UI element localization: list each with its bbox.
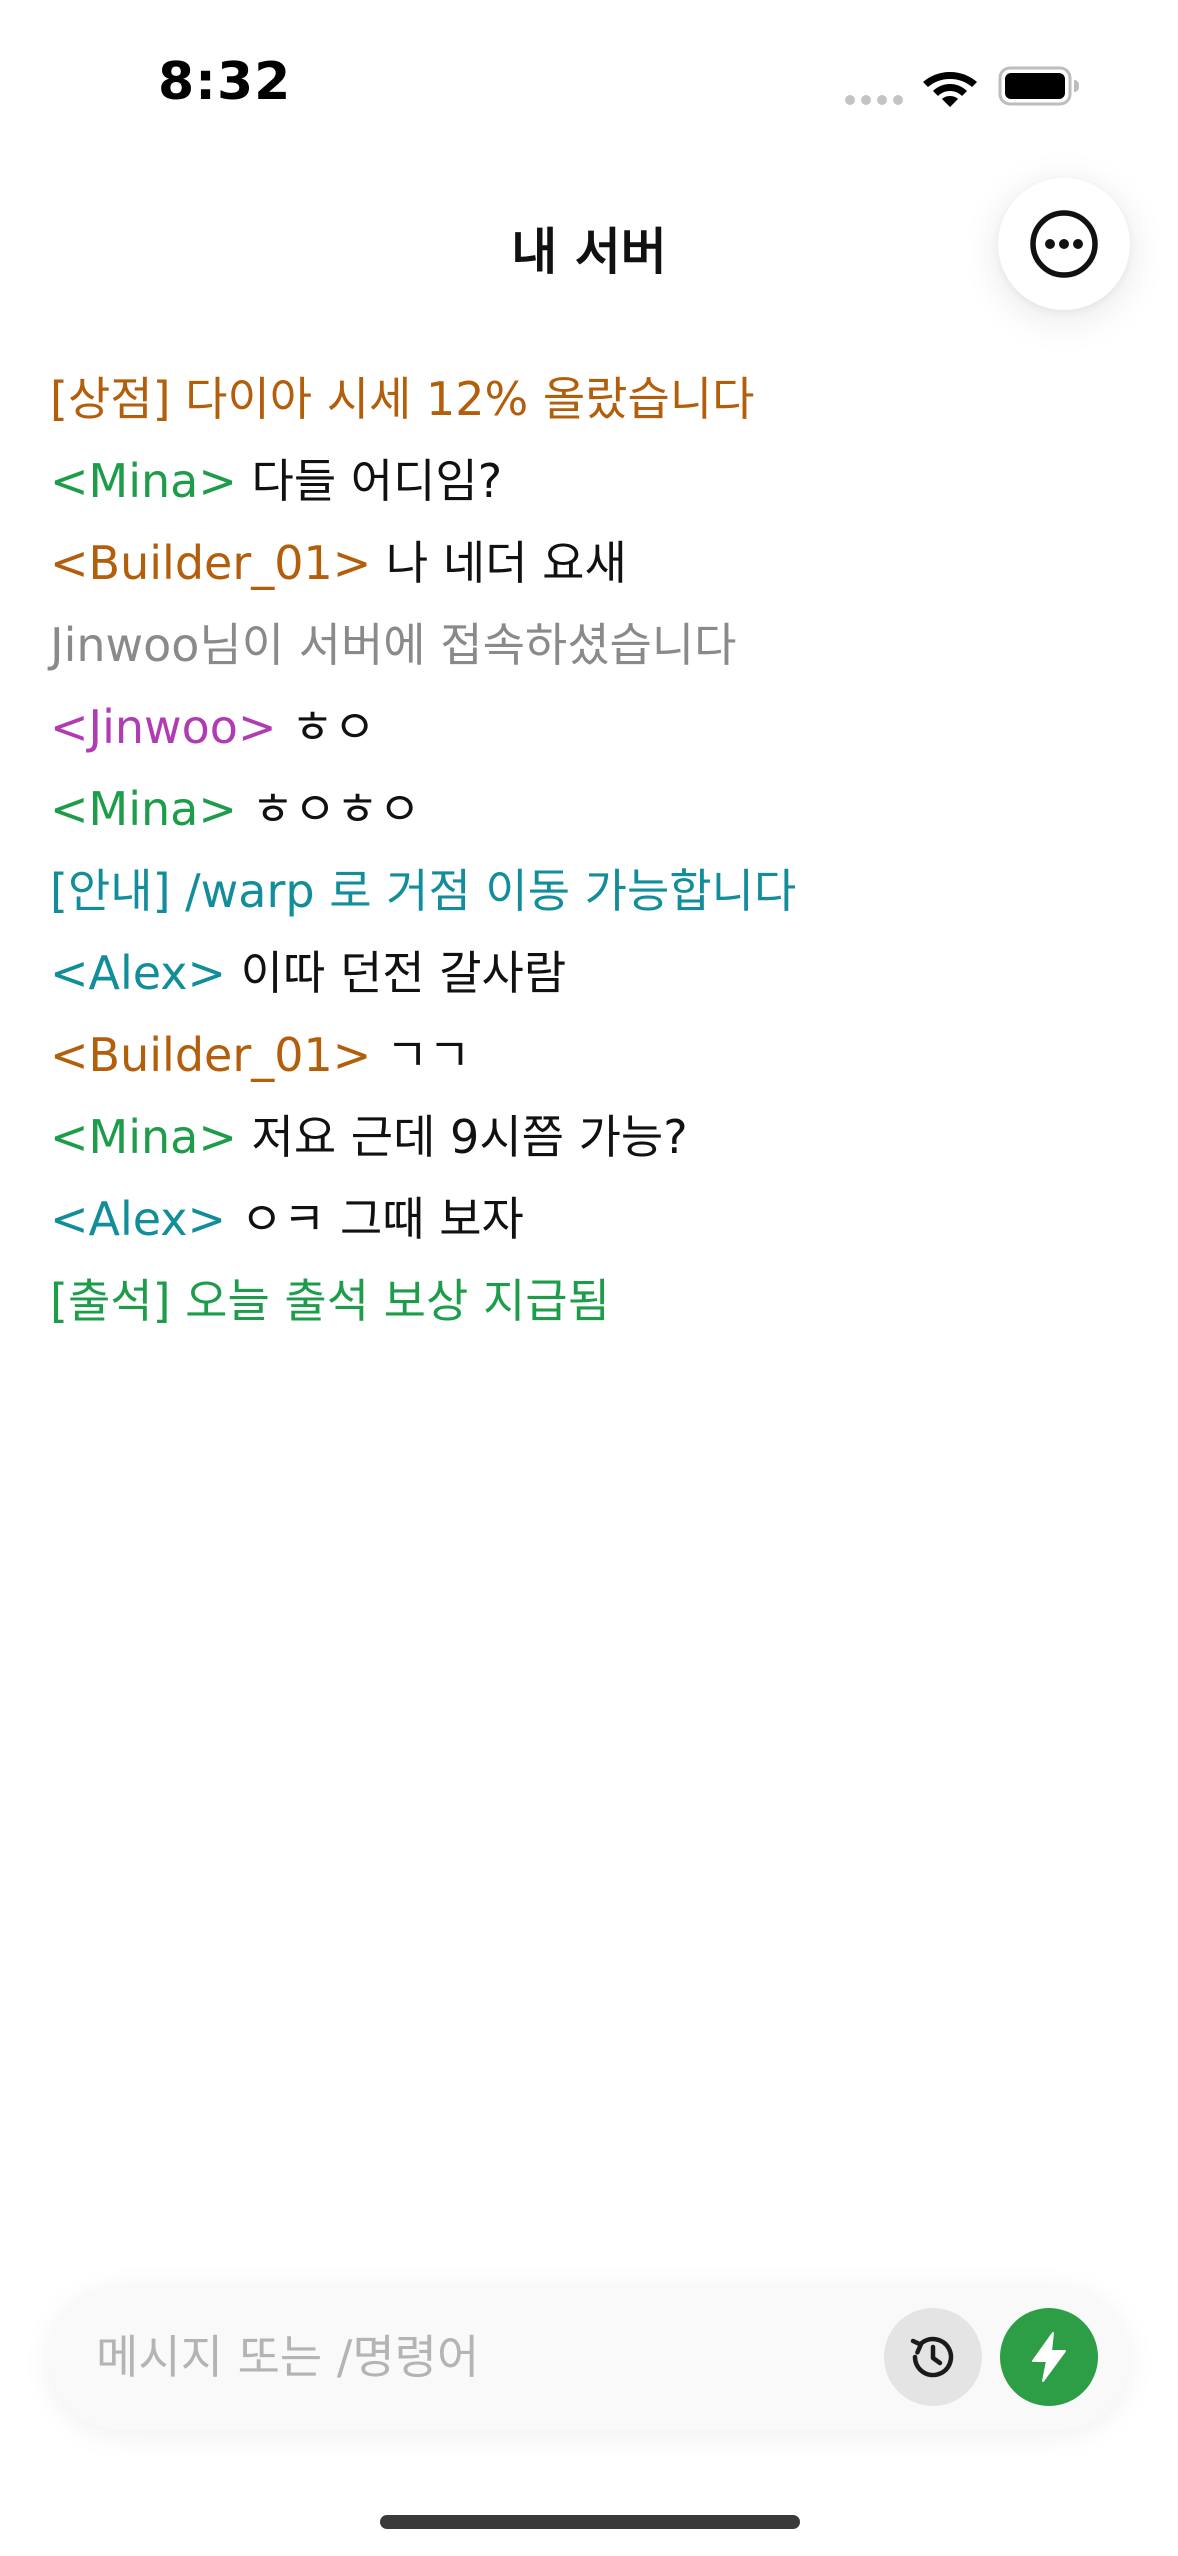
player-message: <Mina> 다들 어디임? [50, 440, 1130, 522]
history-button[interactable] [884, 2308, 982, 2406]
player-message: <Jinwoo> ㅎㅇ [50, 686, 1130, 768]
system-message-text: Jinwoo님이 서버에 접속하셨습니다 [50, 618, 737, 672]
app-screen: 8:32 내 서버 [상점] 다이아 시세 12% 올랐습니다 <Mina> 다… [0, 0, 1178, 2556]
status-bar: 8:32 [0, 0, 1178, 170]
system-message-text: [상점] 다이아 시세 12% 올랐습니다 [50, 372, 755, 426]
player-message-text: 이따 던전 갈사람 [226, 946, 567, 1000]
quick-action-button[interactable] [1000, 2308, 1098, 2406]
player-name-tag: <Builder_01> [50, 1028, 372, 1082]
player-name-tag: <Mina> [50, 782, 237, 836]
player-message-text: 저요 근데 9시쯤 가능? [236, 1110, 688, 1164]
player-name-tag: <Mina> [50, 454, 237, 508]
player-message-text: ㅎㅇ [276, 700, 376, 754]
player-message-text: ㅇㅋ 그때 보자 [226, 1192, 524, 1246]
system-message-text: [안내] /warp 로 거점 이동 가능합니다 [50, 864, 797, 918]
status-time: 8:32 [158, 52, 292, 112]
player-message: <Builder_01> ㄱㄱ [50, 1014, 1130, 1096]
player-name-tag: <Alex> [50, 946, 227, 1000]
player-message: <Alex> 이따 던전 갈사람 [50, 932, 1130, 1014]
chat-log: [상점] 다이아 시세 12% 올랐습니다 <Mina> 다들 어디임? <Buil… [50, 358, 1130, 1342]
player-name-tag: <Mina> [50, 1110, 237, 1164]
player-message: <Mina> ㅎㅇㅎㅇ [50, 768, 1130, 850]
header: 내 서버 [0, 170, 1178, 320]
system-message: [출석] 오늘 출석 보상 지급됨 [50, 1260, 1130, 1342]
player-message: <Mina> 저요 근데 9시쯤 가능? [50, 1096, 1130, 1178]
system-message: [상점] 다이아 시세 12% 올랐습니다 [50, 358, 1130, 440]
message-input[interactable] [96, 2284, 876, 2430]
player-name-tag: <Alex> [50, 1192, 227, 1246]
ellipsis-circle-icon [1030, 210, 1098, 278]
system-message: [안내] /warp 로 거점 이동 가능합니다 [50, 850, 1130, 932]
history-clock-icon [910, 2336, 954, 2378]
player-message: <Builder_01> 나 네더 요새 [50, 522, 1130, 604]
player-name-tag: <Jinwoo> [50, 700, 277, 754]
player-message-text: 나 네더 요새 [371, 536, 627, 590]
player-message-text: 다들 어디임? [236, 454, 503, 508]
home-indicator[interactable] [380, 2515, 800, 2529]
message-composer [48, 2284, 1130, 2430]
player-message-text: ㅎㅇㅎㅇ [236, 782, 421, 836]
cellular-signal-icon [845, 95, 905, 105]
more-options-button[interactable] [998, 178, 1130, 310]
lightning-bolt-icon [1032, 2332, 1066, 2382]
battery-icon [998, 66, 1079, 106]
player-message-text: ㄱㄱ [371, 1028, 471, 1082]
wifi-icon [923, 72, 977, 107]
system-message-text: [출석] 오늘 출석 보상 지급됨 [50, 1274, 610, 1328]
player-message: <Alex> ㅇㅋ 그때 보자 [50, 1178, 1130, 1260]
system-message: Jinwoo님이 서버에 접속하셨습니다 [50, 604, 1130, 686]
player-name-tag: <Builder_01> [50, 536, 372, 590]
